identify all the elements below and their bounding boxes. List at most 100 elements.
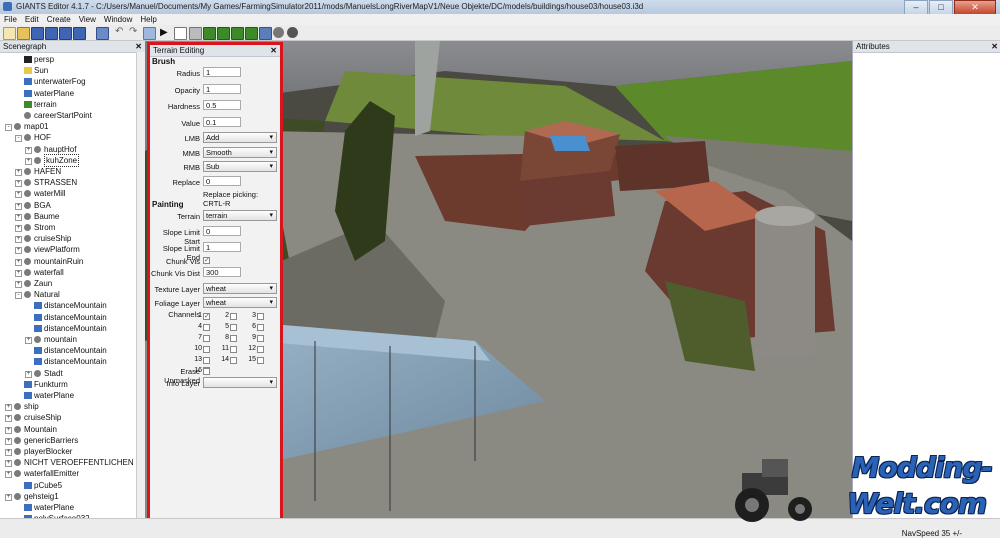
tree-node-label: distanceMountain (44, 357, 107, 367)
lmb-select[interactable]: Add (203, 132, 277, 143)
channel-checkbox[interactable] (203, 346, 210, 353)
expand-icon[interactable]: + (15, 180, 22, 188)
terrain-paint-icon[interactable] (217, 27, 230, 40)
channel-checkbox[interactable] (230, 346, 237, 353)
channel-checkbox[interactable] (203, 324, 210, 331)
texture-layer-select[interactable]: wheat (203, 283, 277, 294)
redo-icon[interactable]: ↷ (129, 27, 140, 38)
expand-icon[interactable]: + (15, 269, 22, 277)
shape-icon (24, 504, 32, 511)
expand-icon[interactable]: + (15, 225, 22, 232)
expand-icon[interactable]: + (25, 157, 32, 165)
transform-icon (24, 291, 31, 299)
import-icon[interactable] (73, 27, 86, 40)
channel-checkbox[interactable] (203, 357, 210, 364)
expand-icon[interactable]: + (5, 437, 12, 445)
tree-node-label: terrain (34, 99, 57, 109)
maximize-button[interactable]: □ (929, 0, 953, 15)
channel-checkbox[interactable] (203, 368, 210, 375)
channel-number: 15 (248, 356, 256, 363)
expand-icon[interactable]: + (15, 202, 22, 210)
expand-icon[interactable]: + (15, 258, 22, 266)
export-icon[interactable] (59, 27, 72, 40)
rmb-select[interactable]: Sub (203, 161, 277, 172)
expand-icon[interactable]: + (25, 337, 32, 344)
menu-file[interactable]: File (0, 14, 21, 25)
menu-create[interactable]: Create (43, 14, 75, 25)
value-input[interactable]: 0.1 (203, 117, 241, 127)
grass-paint-icon[interactable] (245, 27, 258, 40)
new-file-icon[interactable] (3, 27, 16, 40)
hand-icon[interactable] (96, 27, 109, 40)
tree-node-label: mountainRuin (34, 256, 84, 266)
undo-icon[interactable]: ↶ (115, 27, 126, 38)
collapse-icon[interactable]: - (15, 292, 22, 300)
navigation-icon[interactable] (287, 27, 298, 38)
expand-icon[interactable]: + (5, 415, 12, 423)
expand-icon[interactable]: + (15, 281, 22, 288)
expand-icon[interactable]: + (5, 471, 12, 479)
channel-checkbox[interactable] (257, 324, 264, 331)
channel-checkbox[interactable]: ✓ (203, 313, 210, 320)
expand-icon[interactable]: + (5, 460, 12, 468)
foliage-paint-icon[interactable] (231, 27, 244, 40)
expand-icon[interactable]: + (25, 370, 32, 378)
mmb-select[interactable]: Smooth (203, 147, 277, 158)
opacity-input[interactable]: 1 (203, 84, 241, 94)
expand-icon[interactable]: + (25, 146, 32, 154)
copy-icon[interactable] (143, 27, 156, 40)
play-icon[interactable]: ▶ (160, 27, 171, 38)
channel-checkbox[interactable] (257, 346, 264, 353)
channel-checkbox[interactable] (230, 313, 237, 320)
channel-checkbox[interactable] (230, 357, 237, 364)
scenegraph-header: Scenegraph ✕ (0, 41, 145, 53)
expand-icon[interactable]: + (5, 493, 12, 501)
menu-help[interactable]: Help (136, 14, 160, 25)
close-button[interactable]: ✕ (954, 0, 996, 15)
expand-icon[interactable]: + (15, 213, 22, 221)
channel-checkbox[interactable] (257, 335, 264, 342)
foliage-layer-select[interactable]: wheat (203, 297, 277, 308)
collapse-icon[interactable]: - (15, 135, 22, 143)
attributes-close-icon[interactable]: ✕ (991, 41, 998, 52)
collapse-icon[interactable]: - (5, 124, 12, 132)
slope-limit-start-input[interactable]: 0 (203, 226, 241, 236)
open-folder-icon[interactable] (17, 27, 30, 40)
expand-icon[interactable]: + (15, 247, 22, 255)
hardness-input[interactable]: 0.5 (203, 100, 241, 110)
settings-icon[interactable] (273, 27, 284, 38)
menu-edit[interactable]: Edit (21, 14, 43, 25)
chunk-vis-checkbox[interactable]: ✓ (203, 257, 210, 264)
slope-limit-end-input[interactable]: 1 (203, 242, 241, 252)
scenegraph-close-icon[interactable]: ✕ (135, 41, 142, 52)
expand-icon[interactable]: + (5, 426, 12, 434)
terrain-editing-close-icon[interactable]: ✕ (270, 45, 277, 56)
expand-icon[interactable]: + (15, 169, 22, 176)
chunk-vis-dist-input[interactable]: 300 (203, 267, 241, 277)
menu-window[interactable]: Window (100, 14, 136, 25)
expand-icon[interactable]: + (5, 449, 12, 456)
select-tool-icon[interactable] (174, 27, 187, 40)
move-tool-icon[interactable] (189, 27, 202, 40)
info-layer-select[interactable] (203, 377, 277, 388)
info-layer-icon[interactable] (259, 27, 272, 40)
tree-node-label: distanceMountain (44, 301, 107, 311)
save-as-icon[interactable] (45, 27, 58, 40)
transform-icon (14, 425, 21, 433)
terrain-sculpt-icon[interactable] (203, 27, 216, 40)
channel-checkbox[interactable] (257, 357, 264, 364)
channel-checkbox[interactable] (203, 335, 210, 342)
terrain-select[interactable]: terrain (203, 210, 277, 221)
replace-input[interactable]: 0 (203, 176, 241, 186)
expand-icon[interactable]: + (15, 191, 22, 199)
expand-icon[interactable]: + (15, 236, 22, 244)
radius-input[interactable]: 1 (203, 67, 241, 77)
minimize-button[interactable]: – (904, 0, 928, 15)
channel-checkbox[interactable] (230, 324, 237, 331)
expand-icon[interactable]: + (5, 404, 12, 412)
save-icon[interactable] (31, 27, 44, 40)
channel-checkbox[interactable] (230, 335, 237, 342)
menu-view[interactable]: View (75, 14, 100, 25)
channel-checkbox[interactable] (257, 313, 264, 320)
scenegraph-scrollbar[interactable] (136, 52, 145, 518)
